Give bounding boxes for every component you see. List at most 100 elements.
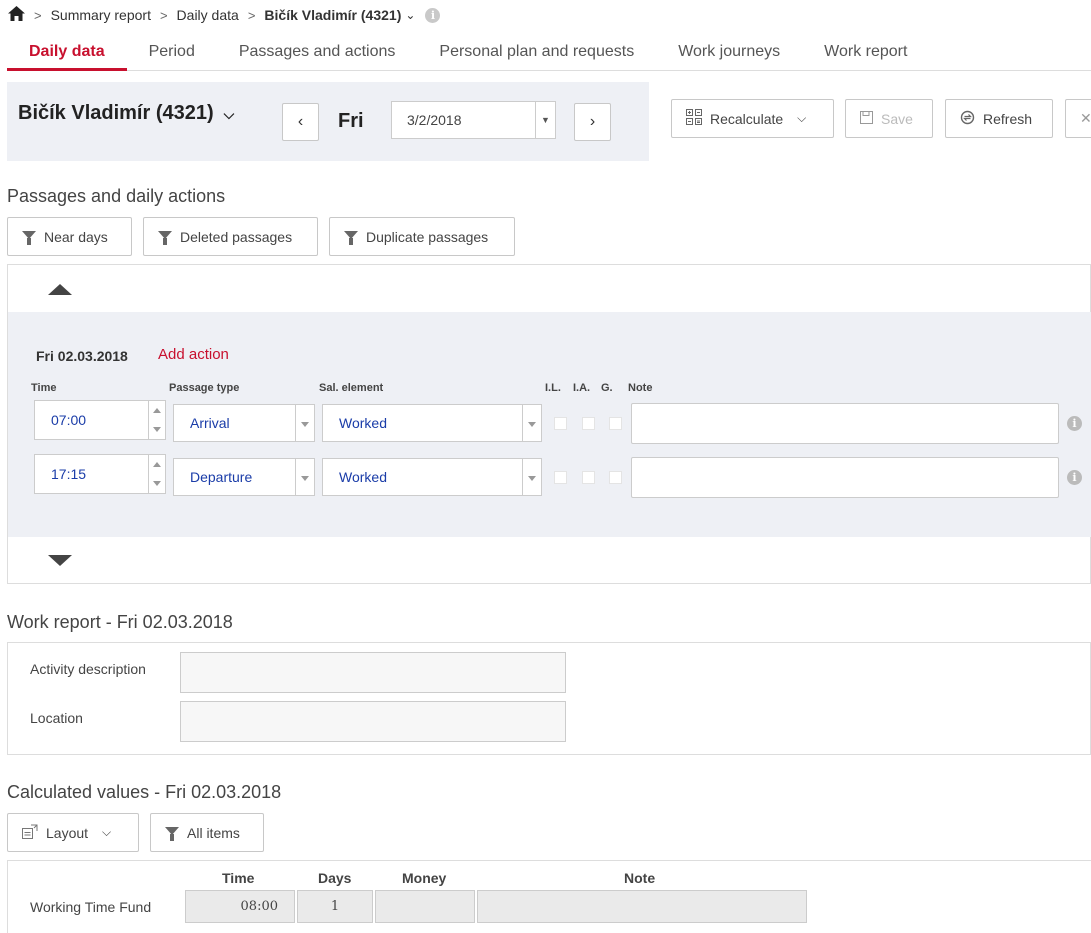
breadcrumb-daily-data[interactable]: Daily data [177, 7, 239, 23]
date-value: 3/2/2018 [407, 112, 462, 128]
sal-element-select[interactable]: Worked [322, 404, 542, 442]
chevron-down-icon[interactable]: ⌄ [405, 8, 415, 22]
row-label: Working Time Fund [30, 899, 152, 915]
passages-panel: Fri 02.03.2018 Add action Time Passage t… [7, 264, 1091, 584]
passage-type-select[interactable]: Arrival [173, 404, 315, 442]
dropdown-arrow-icon[interactable] [295, 405, 314, 441]
recalculate-label: Recalculate [710, 110, 784, 127]
time-stepper[interactable]: 07:00 [34, 400, 166, 440]
scroll-down-arrow-icon[interactable] [48, 555, 72, 566]
sal-element-value: Worked [339, 415, 387, 431]
dropdown-arrow-icon[interactable]: ▼ [535, 102, 555, 138]
info-icon[interactable]: i [425, 7, 441, 23]
chevron-left-icon: ‹ [297, 113, 304, 130]
money-cell [375, 890, 475, 923]
close-button[interactable]: ✕ [1065, 99, 1091, 138]
column-header-ia: I.A. [573, 382, 591, 394]
work-report-section-title: Work report - Fri 02.03.2018 [7, 612, 233, 632]
deleted-passages-filter-button[interactable]: Deleted passages [143, 217, 318, 256]
column-header-sal-element: Sal. element [319, 382, 384, 394]
employee-date-panel: Bičík Vladimír (4321) ⌵ ‹ Fri 3/2/2018 ▼ … [7, 82, 649, 161]
employee-selector[interactable]: Bičík Vladimír (4321) ⌵ [18, 102, 234, 125]
day-name: Fri [338, 110, 364, 132]
days-cell: 1 [297, 890, 373, 923]
previous-day-button[interactable]: ‹ [282, 103, 319, 141]
scroll-up-arrow-icon[interactable] [48, 284, 72, 295]
column-header-il: I.L. [545, 382, 561, 394]
location-input[interactable] [180, 701, 566, 742]
info-icon[interactable]: i [1067, 470, 1082, 485]
add-action-link[interactable]: Add action [158, 346, 229, 363]
dropdown-arrow-icon[interactable] [295, 459, 314, 495]
ia-checkbox[interactable] [582, 417, 595, 430]
save-button[interactable]: Save [845, 99, 933, 138]
refresh-button[interactable]: Refresh [945, 99, 1053, 138]
layout-icon [22, 824, 38, 842]
next-day-button[interactable]: › [574, 103, 611, 141]
filter-icon [22, 230, 36, 245]
duplicate-passages-label: Duplicate passages [366, 228, 489, 245]
column-header-time: Time [222, 870, 255, 886]
filter-icon [158, 230, 172, 245]
date-picker[interactable]: 3/2/2018 ▼ [391, 101, 556, 139]
breadcrumb-current-person[interactable]: Bičík Vladimír (4321) [264, 7, 401, 23]
note-cell [477, 890, 807, 923]
stepper-arrows[interactable] [148, 401, 165, 439]
chevron-right-icon: › [589, 113, 596, 130]
sal-element-value: Worked [339, 469, 387, 485]
note-input[interactable] [631, 403, 1059, 444]
arrow-down-icon[interactable] [153, 427, 161, 432]
arrow-down-icon[interactable] [153, 481, 161, 486]
all-items-filter-button[interactable]: All items [150, 813, 264, 852]
chevron-down-icon[interactable]: ⌵ [102, 825, 111, 840]
floppy-disk-icon [860, 110, 873, 127]
home-icon[interactable] [8, 6, 25, 24]
arrow-up-icon[interactable] [153, 408, 161, 413]
chevron-right-icon: > [159, 7, 168, 23]
passage-type-value: Arrival [190, 415, 230, 431]
chevron-down-icon[interactable]: ⌵ [224, 106, 235, 122]
passage-type-select[interactable]: Departure [173, 458, 315, 496]
info-icon[interactable]: i [1067, 416, 1082, 431]
sal-element-select[interactable]: Worked [322, 458, 542, 496]
tab-work-report[interactable]: Work report [802, 38, 929, 71]
g-checkbox[interactable] [609, 417, 622, 430]
day-label: Fri 02.03.2018 [36, 348, 128, 364]
calculated-values-table: Time Days Money Note Working Time Fund 0… [7, 860, 1091, 933]
work-report-panel: Activity description Location [7, 642, 1091, 755]
near-days-filter-button[interactable]: Near days [7, 217, 132, 256]
ia-checkbox[interactable] [582, 471, 595, 484]
note-input[interactable] [631, 457, 1059, 498]
il-checkbox[interactable] [554, 471, 567, 484]
employee-name: Bičík Vladimír (4321) [18, 102, 214, 124]
time-value: 17:15 [51, 466, 87, 482]
g-checkbox[interactable] [609, 471, 622, 484]
column-header-note: Note [628, 382, 653, 394]
dropdown-arrow-icon[interactable] [522, 405, 541, 441]
breadcrumb-summary-report[interactable]: Summary report [51, 7, 151, 23]
chevron-right-icon: > [34, 7, 42, 23]
duplicate-passages-filter-button[interactable]: Duplicate passages [329, 217, 515, 256]
layout-button[interactable]: Layout ⌵ [7, 813, 139, 852]
tab-work-journeys[interactable]: Work journeys [656, 38, 802, 71]
tab-period[interactable]: Period [127, 38, 217, 71]
filter-icon [344, 230, 358, 245]
activity-description-input[interactable] [180, 652, 566, 693]
chevron-right-icon: > [247, 7, 256, 23]
layout-label: Layout [46, 824, 89, 841]
filter-icon [165, 826, 179, 841]
tab-passages-and-actions[interactable]: Passages and actions [217, 38, 418, 71]
stepper-arrows[interactable] [148, 455, 165, 493]
time-stepper[interactable]: 17:15 [34, 454, 166, 494]
refresh-label: Refresh [983, 110, 1033, 127]
arrow-up-icon[interactable] [153, 462, 161, 467]
il-checkbox[interactable] [554, 417, 567, 430]
passages-section-title: Passages and daily actions [7, 186, 226, 206]
tab-personal-plan[interactable]: Personal plan and requests [417, 38, 656, 71]
dropdown-arrow-icon[interactable] [522, 459, 541, 495]
recalculate-button[interactable]: Recalculate ⌵ [671, 99, 834, 138]
chevron-down-icon[interactable]: ⌵ [797, 111, 806, 126]
column-header-note: Note [624, 870, 656, 886]
tab-daily-data[interactable]: Daily data [7, 38, 127, 71]
near-days-label: Near days [44, 228, 108, 245]
